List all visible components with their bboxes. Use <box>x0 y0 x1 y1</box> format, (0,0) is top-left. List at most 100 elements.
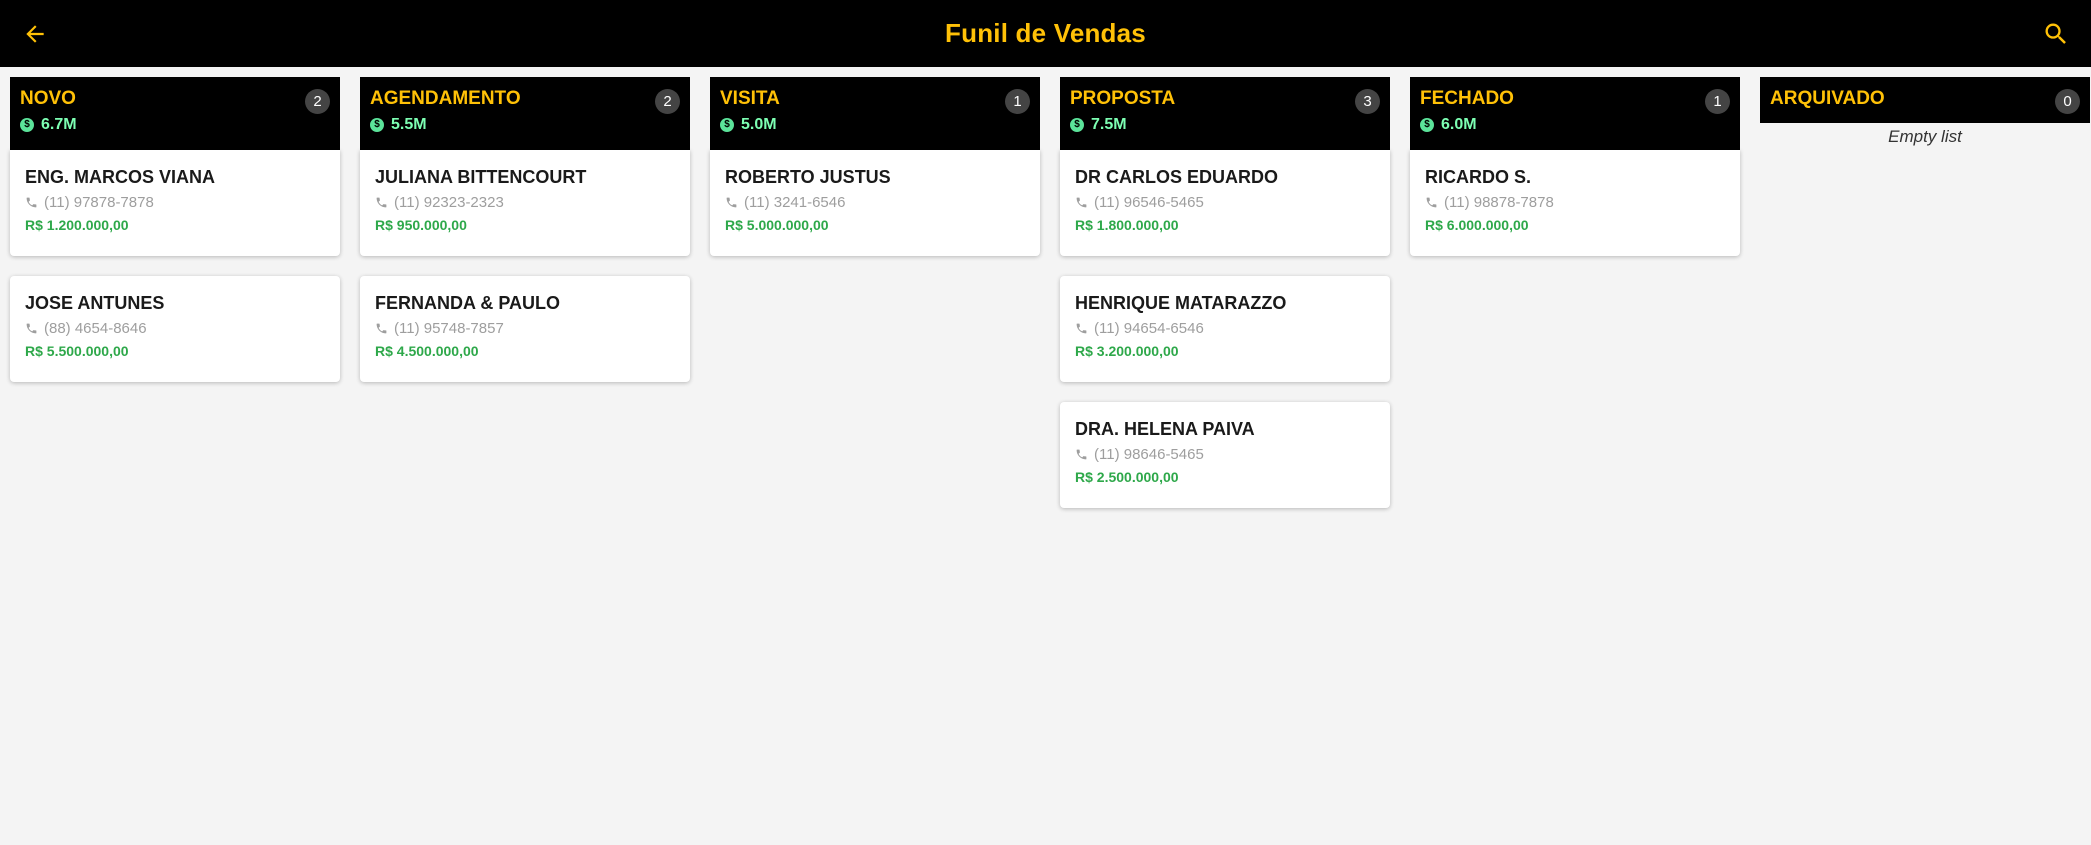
column-count-badge: 1 <box>1705 89 1730 114</box>
phone-icon <box>375 196 388 209</box>
phone-icon <box>1075 196 1088 209</box>
lead-phone: (11) 98878-7878 <box>1425 194 1725 211</box>
search-icon <box>2045 23 2066 44</box>
money-icon: $ <box>720 118 734 132</box>
arrow-left-icon <box>26 24 44 43</box>
kanban-board: NOVO 2 $6.7M ENG. MARCOS VIANA (11) 97878-78… <box>10 77 2090 528</box>
lead-value: R$ 2.500.000,00 <box>1075 469 1179 485</box>
lead-value: R$ 4.500.000,00 <box>375 343 479 359</box>
lead-card[interactable]: HENRIQUE MATARAZZO (11) 94654-6546 R$ 3.20… <box>1060 276 1390 382</box>
lead-phone: (11) 94654-6546 <box>1075 320 1375 337</box>
column-count-badge: 1 <box>1005 89 1030 114</box>
lead-card[interactable]: FERNANDA & PAULO (11) 95748-7857 R$ 4.500.… <box>360 276 690 382</box>
column-header[interactable]: ARQUIVADO 0 <box>1760 77 2090 123</box>
money-icon: $ <box>1070 118 1084 132</box>
money-icon: $ <box>370 118 384 132</box>
lead-phone: (11) 95748-7857 <box>375 320 675 337</box>
back-button[interactable] <box>0 0 70 67</box>
lead-name: ROBERTO JUSTUS <box>725 167 891 187</box>
column-visita: VISITA 1 $5.0M ROBERTO JUSTUS (11) 3241-6546… <box>710 77 1040 528</box>
lead-card[interactable]: ENG. MARCOS VIANA (11) 97878-7878 R$ 1.200… <box>10 150 340 256</box>
lead-phone: (11) 96546-5465 <box>1075 194 1375 211</box>
column-title: PROPOSTA <box>1070 88 1176 109</box>
lead-phone-number: (11) 97878-7878 <box>44 194 154 211</box>
phone-icon <box>25 196 38 209</box>
lead-name: RICARDO S. <box>1425 167 1532 187</box>
search-button[interactable] <box>2021 0 2091 67</box>
column-header[interactable]: VISITA 1 $5.0M <box>710 77 1040 150</box>
page-title: Funil de Vendas <box>945 18 1146 48</box>
lead-phone-number: (11) 98646-5465 <box>1094 446 1204 463</box>
column-proposta: PROPOSTA 3 $7.5M DR CARLOS EDUARDO (11) 9654… <box>1060 77 1390 528</box>
column-total-value: 6.7M <box>41 116 77 133</box>
lead-phone-number: (11) 92323-2323 <box>394 194 504 211</box>
lead-phone: (11) 97878-7878 <box>25 194 325 211</box>
lead-value: R$ 1.800.000,00 <box>1075 217 1179 233</box>
lead-value: R$ 6.000.000,00 <box>1425 217 1529 233</box>
lead-value: R$ 1.200.000,00 <box>25 217 129 233</box>
column-total: $6.0M <box>1420 116 1730 134</box>
lead-phone-number: (11) 98878-7878 <box>1444 194 1554 211</box>
lead-card[interactable]: JULIANA BITTENCOURT (11) 92323-2323 R$ 950… <box>360 150 690 256</box>
lead-phone-number: (11) 3241-6546 <box>744 194 846 211</box>
column-fechado: FECHADO 1 $6.0M RICARDO S. (11) 98878-7878 R$… <box>1410 77 1740 528</box>
column-count-badge: 0 <box>2055 89 2080 114</box>
lead-card[interactable]: DRA. HELENA PAIVA (11) 98646-5465 R$ 2.500… <box>1060 402 1390 508</box>
column-header[interactable]: FECHADO 1 $6.0M <box>1410 77 1740 150</box>
column-total: $5.0M <box>720 116 1030 134</box>
lead-phone-number: (11) 95748-7857 <box>394 320 504 337</box>
phone-icon <box>1075 448 1088 461</box>
column-title: NOVO <box>20 88 76 109</box>
phone-icon <box>725 196 738 209</box>
column-total-value: 6.0M <box>1441 116 1477 133</box>
empty-list-text: Empty list <box>1888 127 1962 146</box>
column-header[interactable]: AGENDAMENTO 2 $5.5M <box>360 77 690 150</box>
money-icon: $ <box>1420 118 1434 132</box>
column-arquivado: ARQUIVADO 0 Empty list <box>1760 77 2090 528</box>
lead-name: HENRIQUE MATARAZZO <box>1075 293 1287 313</box>
lead-card[interactable]: JOSE ANTUNES (88) 4654-8646 R$ 5.500.000,0… <box>10 276 340 382</box>
money-icon: $ <box>20 118 34 132</box>
column-total: $5.5M <box>370 116 680 134</box>
lead-phone: (11) 3241-6546 <box>725 194 1025 211</box>
phone-icon <box>375 322 388 335</box>
column-novo: NOVO 2 $6.7M ENG. MARCOS VIANA (11) 97878-78… <box>10 77 340 528</box>
column-total-value: 5.5M <box>391 116 427 133</box>
lead-name: FERNANDA & PAULO <box>375 293 560 313</box>
lead-value: R$ 5.000.000,00 <box>725 217 829 233</box>
column-header[interactable]: NOVO 2 $6.7M <box>10 77 340 150</box>
lead-phone: (88) 4654-8646 <box>25 320 325 337</box>
lead-value: R$ 950.000,00 <box>375 217 467 233</box>
column-title: AGENDAMENTO <box>370 88 521 109</box>
lead-value: R$ 3.200.000,00 <box>1075 343 1179 359</box>
column-title: FECHADO <box>1420 88 1514 109</box>
column-count-badge: 3 <box>1355 89 1380 114</box>
column-count-badge: 2 <box>305 89 330 114</box>
lead-phone-number: (11) 94654-6546 <box>1094 320 1204 337</box>
column-header[interactable]: PROPOSTA 3 $7.5M <box>1060 77 1390 150</box>
column-total: $6.7M <box>20 116 330 134</box>
column-title: ARQUIVADO <box>1770 88 1885 109</box>
lead-phone-number: (11) 96546-5465 <box>1094 194 1204 211</box>
lead-name: JULIANA BITTENCOURT <box>375 167 587 187</box>
lead-card[interactable]: DR CARLOS EDUARDO (11) 96546-5465 R$ 1.800… <box>1060 150 1390 256</box>
phone-icon <box>1425 196 1438 209</box>
column-agendamento: AGENDAMENTO 2 $5.5M JULIANA BITTENCOURT (11)… <box>360 77 690 528</box>
column-total-value: 5.0M <box>741 116 777 133</box>
lead-phone: (11) 98646-5465 <box>1075 446 1375 463</box>
lead-card[interactable]: RICARDO S. (11) 98878-7878 R$ 6.000.000,00 <box>1410 150 1740 256</box>
lead-name: ENG. MARCOS VIANA <box>25 167 216 187</box>
lead-name: JOSE ANTUNES <box>25 293 165 313</box>
app-bar: Funil de Vendas <box>0 0 2091 67</box>
column-title: VISITA <box>720 88 780 109</box>
column-count-badge: 2 <box>655 89 680 114</box>
lead-name: DR CARLOS EDUARDO <box>1075 167 1279 187</box>
lead-phone: (11) 92323-2323 <box>375 194 675 211</box>
phone-icon <box>25 322 38 335</box>
lead-card[interactable]: ROBERTO JUSTUS (11) 3241-6546 R$ 5.000.000… <box>710 150 1040 256</box>
column-total-value: 7.5M <box>1091 116 1127 133</box>
lead-phone-number: (88) 4654-8646 <box>44 320 147 337</box>
lead-name: DRA. HELENA PAIVA <box>1075 419 1255 439</box>
phone-icon <box>1075 322 1088 335</box>
column-total: $7.5M <box>1070 116 1380 134</box>
